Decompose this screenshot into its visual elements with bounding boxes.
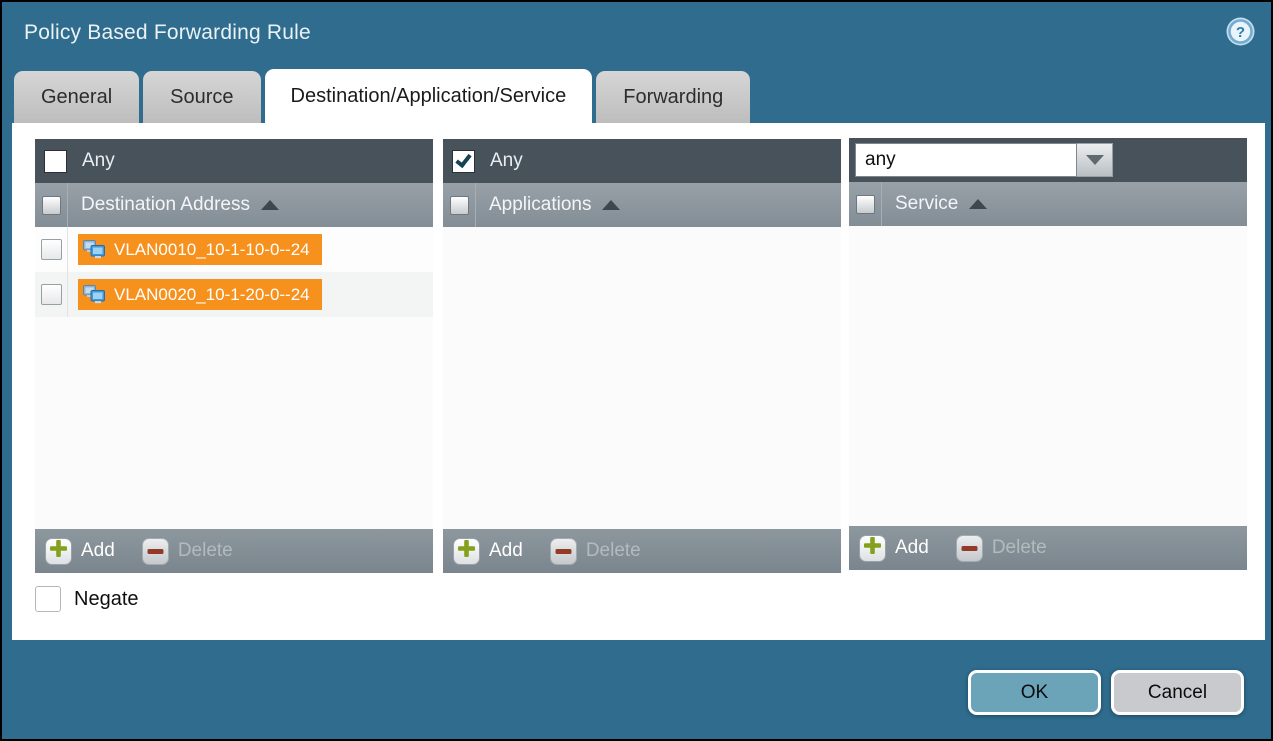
page-title: Policy Based Forwarding Rule [24, 21, 311, 45]
address-network-icon [82, 284, 107, 305]
sort-ascending-icon [969, 199, 987, 209]
destination-sort-header[interactable]: Destination Address [68, 194, 279, 216]
destination-header-label: Destination Address [81, 194, 250, 216]
applications-list [443, 227, 841, 529]
applications-any-bar: Any [443, 139, 841, 183]
plus-icon [50, 540, 67, 562]
tab-bar: General Source Destination/Application/S… [14, 69, 750, 123]
checkmark-icon [455, 150, 471, 167]
service-dropdown: any [855, 143, 1113, 177]
delete-button-label: Delete [992, 537, 1047, 559]
delete-button[interactable] [550, 538, 577, 565]
sort-ascending-icon [261, 200, 279, 210]
tab-destination-application-service[interactable]: Destination/Application/Service [265, 69, 593, 123]
applications-header-row: Applications [443, 183, 841, 227]
service-header-row: Service [849, 182, 1247, 226]
sort-ascending-icon [602, 200, 620, 210]
help-button[interactable]: ? [1225, 16, 1256, 47]
applications-footer: Add Delete [443, 529, 841, 573]
applications-sort-header[interactable]: Applications [476, 194, 620, 216]
applications-any-label: Any [490, 150, 523, 172]
delete-button-label: Delete [586, 540, 641, 562]
plus-icon [864, 537, 881, 559]
destination-any-checkbox[interactable] [44, 150, 67, 173]
destination-address-column: Any Destination Address [35, 139, 433, 573]
add-button-label[interactable]: Add [81, 540, 115, 562]
service-footer: Add Delete [849, 526, 1247, 570]
destination-any-label: Any [82, 150, 115, 172]
table-row[interactable]: VLAN0010_10-1-10-0--24 [35, 227, 433, 272]
table-row[interactable]: VLAN0020_10-1-20-0--24 [35, 272, 433, 317]
negate-checkbox[interactable] [35, 586, 61, 612]
negate-row: Negate [35, 586, 139, 612]
service-select-all-cell [849, 182, 882, 226]
plus-icon [458, 540, 475, 562]
service-dropdown-button[interactable] [1077, 143, 1113, 177]
tab-general[interactable]: General [14, 71, 139, 123]
row-checkbox[interactable] [41, 284, 62, 305]
address-network-icon [82, 239, 107, 260]
negate-label: Negate [74, 588, 139, 611]
service-dropdown-bar: any [849, 138, 1247, 182]
tab-forwarding[interactable]: Forwarding [596, 71, 750, 123]
ok-button[interactable]: OK [968, 670, 1101, 715]
applications-column: Any Applications Add [443, 139, 841, 573]
destination-list: VLAN0010_10-1-10-0--24 [35, 227, 433, 529]
tab-source[interactable]: Source [143, 71, 260, 123]
destination-header-row: Destination Address [35, 183, 433, 227]
address-object-chip[interactable]: VLAN0010_10-1-10-0--24 [78, 234, 322, 265]
help-question-icon: ? [1225, 34, 1256, 51]
add-button[interactable] [45, 538, 72, 565]
address-object-label: VLAN0020_10-1-20-0--24 [114, 285, 310, 305]
add-button[interactable] [859, 535, 886, 562]
service-list [849, 226, 1247, 526]
add-button-label[interactable]: Add [489, 540, 523, 562]
destination-select-all-cell [35, 183, 68, 227]
minus-icon [147, 542, 164, 560]
applications-select-all-checkbox[interactable] [450, 196, 469, 215]
chevron-down-icon [1086, 155, 1104, 165]
destination-footer: Add Delete [35, 529, 433, 573]
cancel-button[interactable]: Cancel [1111, 670, 1244, 715]
service-sort-header[interactable]: Service [882, 193, 987, 215]
service-column: any Service [849, 138, 1247, 570]
address-object-chip[interactable]: VLAN0020_10-1-20-0--24 [78, 279, 322, 310]
applications-select-all-cell [443, 183, 476, 227]
destination-select-all-checkbox[interactable] [42, 196, 61, 215]
svg-text:?: ? [1236, 24, 1245, 41]
tab-content-panel: Any Destination Address [12, 123, 1265, 640]
minus-icon [555, 542, 572, 560]
applications-any-checkbox[interactable] [452, 150, 475, 173]
destination-any-bar: Any [35, 139, 433, 183]
row-checkbox-cell [35, 272, 68, 317]
service-header-label: Service [895, 193, 958, 215]
row-checkbox-cell [35, 227, 68, 272]
delete-button[interactable] [142, 538, 169, 565]
minus-icon [961, 539, 978, 557]
add-button[interactable] [453, 538, 480, 565]
applications-header-label: Applications [489, 194, 591, 216]
service-select-all-checkbox[interactable] [856, 195, 875, 214]
add-button-label[interactable]: Add [895, 537, 929, 559]
service-dropdown-value[interactable]: any [855, 143, 1077, 177]
row-checkbox[interactable] [41, 239, 62, 260]
delete-button-label: Delete [178, 540, 233, 562]
address-object-label: VLAN0010_10-1-10-0--24 [114, 240, 310, 260]
policy-based-forwarding-dialog: Policy Based Forwarding Rule ? General S… [0, 0, 1273, 741]
delete-button[interactable] [956, 535, 983, 562]
